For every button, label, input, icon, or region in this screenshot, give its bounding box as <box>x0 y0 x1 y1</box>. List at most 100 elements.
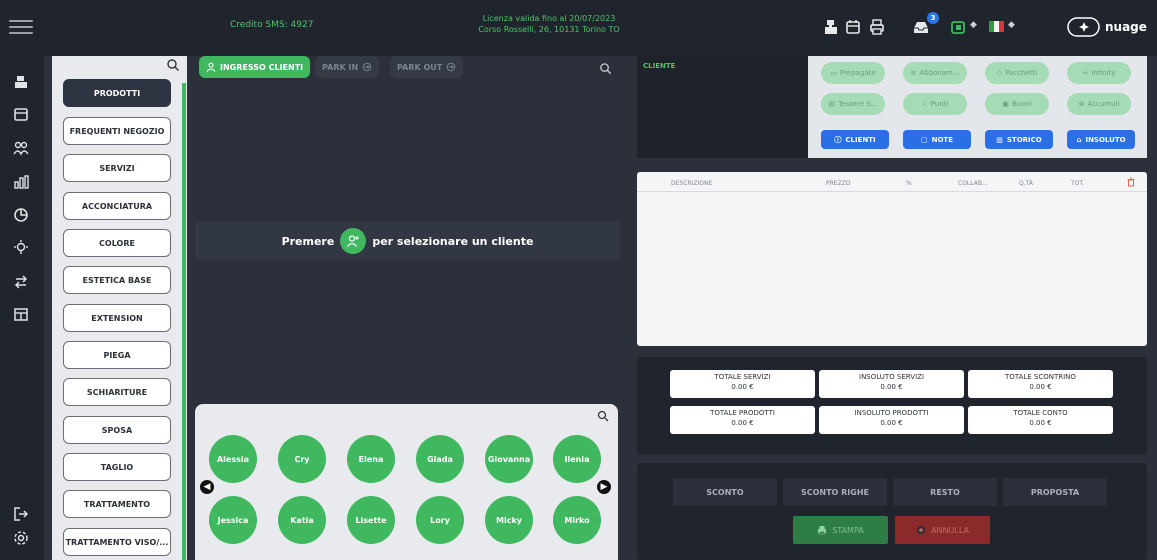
loyalty-button[interactable]: ⊗ Accumuli <box>1067 93 1131 115</box>
loyalty-button[interactable]: ▭ Prepagate <box>821 62 885 84</box>
collaborator-button[interactable]: Mirko <box>553 496 601 544</box>
receipt-column-header: TOT. <box>1071 180 1085 187</box>
category-button[interactable]: SPOSA <box>63 416 171 444</box>
collaborators-prev-arrow-icon[interactable]: ◀ <box>200 480 214 494</box>
category-button[interactable]: PIEGA <box>63 341 171 369</box>
loyalty-button[interactable]: ∞ Infinity <box>1067 62 1131 84</box>
calendar-icon[interactable] <box>842 16 864 38</box>
collaborator-button[interactable]: Micky <box>485 496 533 544</box>
loyalty-button[interactable]: ▤ Tessere S... <box>821 93 885 115</box>
client-action-button[interactable]: ▥ STORICO <box>985 130 1053 149</box>
category-button[interactable]: EXTENSION <box>63 304 171 332</box>
collaborators-next-arrow-icon[interactable]: ▶ <box>597 480 611 494</box>
trash-icon[interactable] <box>1126 177 1136 187</box>
category-button[interactable]: PRODOTTI <box>63 79 171 107</box>
stampa-button[interactable]: STAMPA <box>793 516 888 544</box>
client-search-icon[interactable] <box>599 62 612 75</box>
transfer-arrows-nav-icon[interactable] <box>12 273 30 291</box>
cash-register-icon[interactable] <box>820 16 842 38</box>
buoni-icon: ▣ <box>1002 100 1009 108</box>
receipt-column-header: PREZZO <box>826 180 851 187</box>
category-button[interactable]: TAGLIO <box>63 453 171 481</box>
collaborator-button[interactable]: Cry <box>278 435 326 483</box>
category-search-icon[interactable] <box>166 58 180 72</box>
total-value: 0.00 € <box>1029 383 1052 391</box>
collaborator-button[interactable]: Jessica <box>209 496 257 544</box>
sconto-button[interactable]: SCONTO <box>673 478 777 506</box>
nuage-logo-icon <box>1067 17 1100 37</box>
info-icon: ⓘ <box>834 135 842 144</box>
select-client-button[interactable] <box>340 228 367 254</box>
stampa-label: STAMPA <box>832 525 864 535</box>
abbonamenti-icon: ≡ <box>910 69 917 77</box>
annulla-label: ANNULLA <box>931 525 969 535</box>
status-dropdown-chevron-icon[interactable]: ◆ <box>970 20 977 30</box>
printer-icon[interactable] <box>866 16 888 38</box>
ideas-bulb-nav-icon[interactable] <box>12 239 30 257</box>
category-button[interactable]: ACCONCIATURA <box>63 192 171 220</box>
category-button[interactable]: FREQUENTI NEGOZIO <box>63 117 171 145</box>
collaborator-button[interactable]: Giada <box>416 435 464 483</box>
category-button[interactable]: ESTETICA BASE <box>63 266 171 294</box>
prompt-text-before: Premere <box>281 234 335 248</box>
client-action-button[interactable]: ▢ NOTE <box>903 130 971 149</box>
cash-register-nav-icon[interactable] <box>12 73 30 91</box>
logout-nav-icon[interactable] <box>12 505 30 523</box>
category-button[interactable]: TRATTAMENTO <box>63 490 171 518</box>
statistics-nav-icon[interactable] <box>12 173 30 191</box>
collaborator-button[interactable]: Lory <box>416 496 464 544</box>
loyalty-button[interactable]: ≡ Abbonam... <box>903 62 967 84</box>
loyalty-label: Accumuli <box>1087 100 1120 108</box>
collaborator-button[interactable]: Ilenia <box>553 435 601 483</box>
resto-button[interactable]: RESTO <box>893 478 997 506</box>
loyalty-button[interactable]: ☆ Punti <box>903 93 967 115</box>
pacchetti-icon: ◇ <box>996 69 1003 77</box>
ingresso-clienti-button[interactable]: INGRESSO CLIENTI <box>199 56 311 78</box>
reports-pie-nav-icon[interactable] <box>12 206 30 224</box>
total-label: INSOLUTO SERVIZI <box>859 373 924 381</box>
client-prompt: Premere per selezionare un cliente <box>195 222 620 260</box>
category-button[interactable]: SCHIARITURE <box>63 378 171 406</box>
collaborator-button[interactable]: Giovanna <box>485 435 533 483</box>
loyalty-label: Buoni <box>1011 100 1032 108</box>
client-action-button[interactable]: ⓘ CLIENTI <box>821 130 889 149</box>
license-expiry: Licenza valida fino al 20/07/2023 <box>482 14 616 23</box>
history-book-icon: ▥ <box>996 135 1003 144</box>
collaborator-button[interactable]: Alessia <box>209 435 257 483</box>
settings-gear-nav-icon[interactable] <box>12 529 30 547</box>
sms-credit: Credito SMS: 4927 <box>230 20 314 30</box>
language-flag-icon[interactable] <box>989 21 1004 32</box>
collaborator-button[interactable]: Katia <box>278 496 326 544</box>
customers-nav-icon[interactable] <box>12 139 30 157</box>
proposta-button[interactable]: PROPOSTA <box>1003 478 1107 506</box>
sconto-righe-button[interactable]: SCONTO RIGHE <box>783 478 887 506</box>
category-button[interactable]: COLORE <box>63 229 171 257</box>
total-box: TOTALE CONTO 0.00 € <box>968 406 1113 434</box>
prompt-text-after: per selezionare un cliente <box>372 234 534 248</box>
total-value: 0.00 € <box>880 419 903 427</box>
accumuli-icon: ⊗ <box>1078 100 1085 108</box>
category-button[interactable]: SERVIZI <box>63 154 171 182</box>
total-label: TOTALE CONTO <box>1013 409 1068 417</box>
collaborator-button[interactable]: Lisette <box>347 496 395 544</box>
loyalty-button[interactable]: ▣ Buoni <box>985 93 1049 115</box>
receipt-column-header: % <box>906 180 912 187</box>
hamburger-menu-icon[interactable] <box>9 16 33 40</box>
client-action-button[interactable]: ⌂ INSOLUTO <box>1067 130 1135 149</box>
loyalty-button[interactable]: ◇ Pacchetti <box>985 62 1049 84</box>
total-label: INSOLUTO PRODOTTI <box>854 409 929 417</box>
language-dropdown-chevron-icon[interactable]: ◆ <box>1008 20 1015 30</box>
collaborator-button[interactable]: Elena <box>347 435 395 483</box>
receipt-column-header: COLLAB... <box>958 180 988 187</box>
store-nav-icon[interactable] <box>12 305 30 323</box>
green-status-icon[interactable] <box>947 16 969 38</box>
category-button[interactable]: TRATTAMENTO VISO/... <box>63 528 171 556</box>
park-out-button[interactable]: PARK OUT <box>390 56 464 78</box>
park-in-label: PARK IN <box>322 62 359 72</box>
park-in-icon <box>362 62 372 72</box>
category-scrollbar[interactable] <box>182 83 186 560</box>
collaborator-search-icon[interactable] <box>597 410 609 422</box>
calendar-nav-icon[interactable] <box>12 105 30 123</box>
park-in-button[interactable]: PARK IN <box>315 56 380 78</box>
annulla-button[interactable]: ANNULLA <box>895 516 990 544</box>
